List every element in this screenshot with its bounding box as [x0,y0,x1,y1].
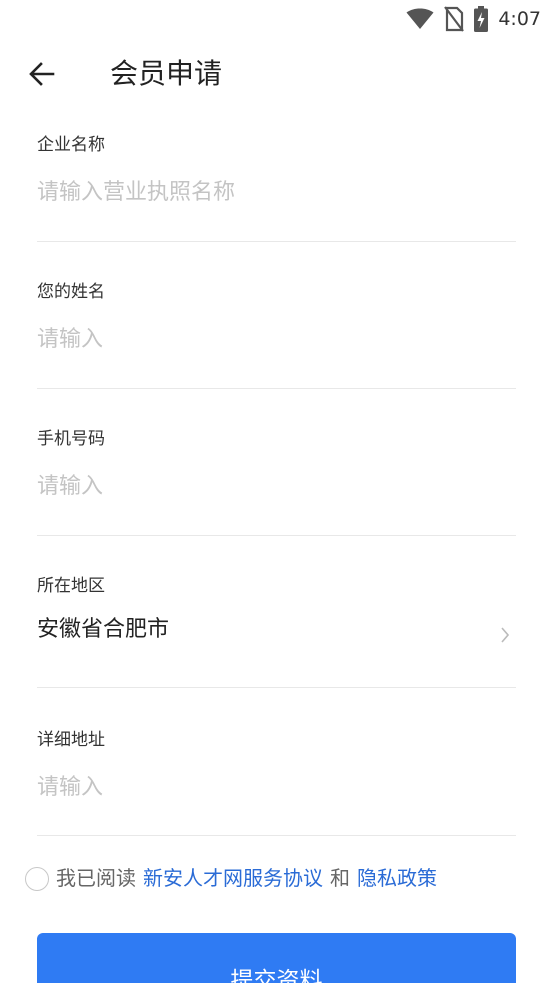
address-input[interactable] [37,767,516,807]
status-bar: 4:07 [0,0,553,36]
page-title: 会员申请 [110,57,223,90]
region-select[interactable]: 所在地区 安徽省合肥市 [37,536,516,688]
status-icons: 4:07 [406,6,541,32]
company-name-input[interactable] [37,172,516,212]
phone-field: 手机号码 [37,389,516,536]
phone-input[interactable] [37,466,516,506]
your-name-input[interactable] [37,319,516,359]
your-name-field: 您的姓名 [37,242,516,389]
service-agreement-link[interactable]: 新安人才网服务协议 [143,862,323,891]
back-button[interactable] [20,54,64,94]
your-name-label: 您的姓名 [37,282,105,302]
no-sim-icon [444,6,465,32]
agreement-checkbox[interactable] [25,866,49,891]
agreement-row: 我已阅读 新安人才网服务协议 和 隐私政策 [25,862,437,891]
status-time: 4:07 [498,8,541,30]
member-application-form: 企业名称 您的姓名 手机号码 所在地区 安徽省合肥市 详细地址 [37,118,516,836]
company-name-label: 企业名称 [37,135,105,155]
chevron-right-icon [501,627,510,643]
address-field: 详细地址 [37,688,516,836]
agreement-prefix: 我已阅读 [56,866,136,890]
wifi-icon [406,8,434,29]
region-value: 安徽省合肥市 [37,617,170,642]
app-bar: 会员申请 [0,46,553,102]
company-name-field: 企业名称 [37,118,516,242]
phone-label: 手机号码 [37,429,105,449]
agreement-conjunction: 和 [330,866,350,890]
submit-button[interactable]: 提交资料 [37,933,516,983]
address-label: 详细地址 [37,730,105,750]
privacy-policy-link[interactable]: 隐私政策 [357,862,437,891]
region-label: 所在地区 [37,576,105,596]
battery-charging-icon [474,6,489,32]
arrow-left-icon [29,62,55,86]
